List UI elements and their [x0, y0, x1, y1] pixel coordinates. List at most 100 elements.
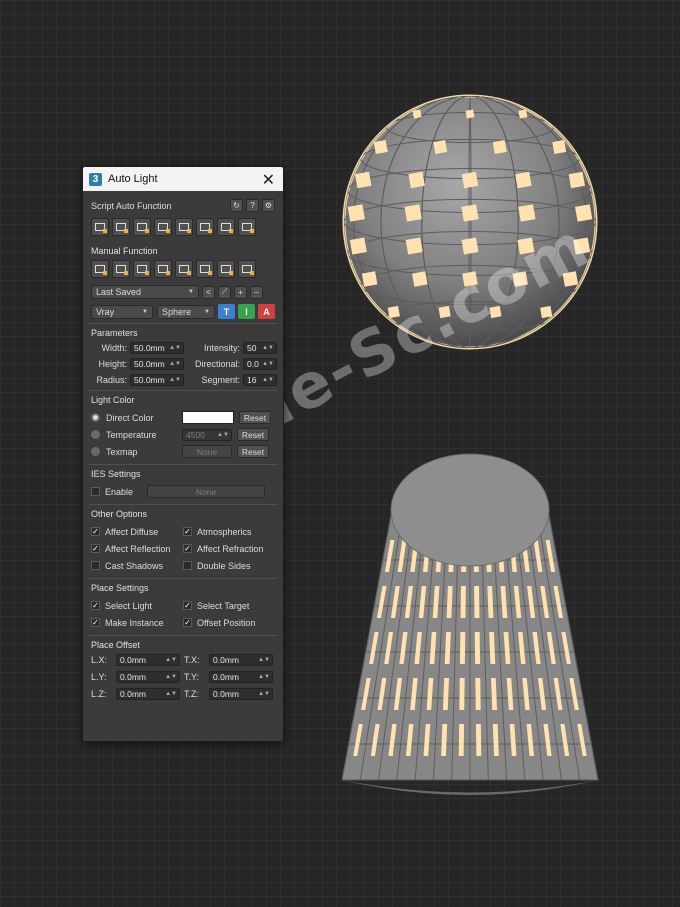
manual-function-button-6[interactable]	[196, 260, 214, 278]
segment-spinner[interactable]: 16 ▲▼	[243, 374, 277, 386]
intensity-value: 50	[247, 343, 257, 353]
select-target-checkbox[interactable]: ✓	[183, 601, 192, 610]
preset-prev-button[interactable]: <	[202, 285, 215, 299]
light-place-icon	[158, 223, 170, 233]
ies-file-button[interactable]: None	[147, 485, 265, 498]
cast-shadows-checkbox[interactable]	[91, 561, 100, 570]
segment-label: Segment:	[201, 375, 240, 385]
intensity-spinner[interactable]: 50 ▲▼	[243, 342, 277, 354]
auto-function-button-8[interactable]	[238, 218, 256, 236]
ies-enable-label: Enable	[105, 486, 134, 497]
light-color-title: Light Color	[91, 395, 135, 405]
tx-value: 0.0mm	[213, 655, 239, 665]
ty-spinner[interactable]: 0.0mm ▲▼	[209, 671, 273, 683]
preset-dropdown[interactable]: Last Saved ▼	[91, 285, 199, 299]
atmospherics-checkbox[interactable]: ✓	[183, 527, 192, 536]
spinner-arrows-icon: ▲▼	[258, 691, 270, 697]
select-target-label: Select Target	[197, 600, 250, 611]
make-instance-label: Make Instance	[105, 617, 164, 628]
select-light-checkbox[interactable]: ✓	[91, 601, 100, 610]
atmospherics-label: Atmospherics	[197, 526, 252, 537]
spinner-arrows-icon: ▲▼	[217, 431, 229, 438]
temperature-spinner[interactable]: 4500 ▲▼	[182, 428, 232, 441]
window-title: Auto Light	[108, 173, 158, 185]
manual-function-title: Manual Function	[91, 246, 158, 256]
settings-button[interactable]: ⚙	[262, 199, 275, 212]
affect-refraction-checkbox[interactable]: ✓	[183, 544, 192, 553]
affect-diffuse-label: Affect Diffuse	[105, 526, 159, 537]
manual-function-button-2[interactable]	[112, 260, 130, 278]
manual-function-button-5[interactable]	[175, 260, 193, 278]
ies-enable-checkbox[interactable]	[91, 487, 100, 496]
close-icon[interactable]: ✕	[262, 170, 275, 190]
tz-value: 0.0mm	[213, 689, 239, 699]
title-bar[interactable]: 3 Auto Light ✕	[83, 167, 283, 191]
spinner-arrows-icon: ▲▼	[262, 377, 274, 383]
shape-dropdown[interactable]: Sphere ▼	[157, 304, 215, 319]
all-color-button[interactable]: A	[258, 304, 275, 319]
spinner-arrows-icon: ▲▼	[169, 377, 181, 383]
preset-add-button[interactable]: +	[234, 285, 247, 299]
width-spinner[interactable]: 50.0mm ▲▼	[130, 342, 184, 354]
spinner-arrows-icon: ▲▼	[258, 657, 270, 663]
width-label: Width:	[101, 343, 127, 353]
auto-function-button-3[interactable]	[133, 218, 151, 236]
texmap-label: Texmap	[106, 446, 138, 457]
direct-color-radio[interactable]	[91, 413, 100, 422]
auto-function-button-2[interactable]	[112, 218, 130, 236]
lx-spinner[interactable]: 0.0mm ▲▼	[116, 654, 180, 666]
temperature-radio[interactable]	[91, 430, 100, 439]
ly-value: 0.0mm	[120, 672, 146, 682]
offset-position-checkbox[interactable]: ✓	[183, 618, 192, 627]
spinner-arrows-icon: ▲▼	[165, 657, 177, 663]
auto-function-button-7[interactable]	[217, 218, 235, 236]
tz-spinner[interactable]: 0.0mm ▲▼	[209, 688, 273, 700]
affect-diffuse-checkbox[interactable]: ✓	[91, 527, 100, 536]
affect-reflection-checkbox[interactable]: ✓	[91, 544, 100, 553]
manual-function-button-3[interactable]	[133, 260, 151, 278]
chevron-down-icon: ▼	[142, 308, 148, 315]
reset-color-button[interactable]: Reset	[239, 411, 271, 424]
manual-function-button-1[interactable]	[91, 260, 109, 278]
directional-value: 0.0	[247, 359, 259, 369]
preset-edit-button[interactable]: ⟋	[218, 285, 231, 299]
height-spinner[interactable]: 50.0mm ▲▼	[130, 358, 184, 370]
double-sides-label: Double Sides	[197, 560, 251, 571]
lz-label: L.Z:	[91, 689, 107, 699]
tz-label: T.Z:	[184, 689, 199, 699]
auto-function-button-5[interactable]	[175, 218, 193, 236]
spinner-arrows-icon: ▲▼	[262, 345, 274, 351]
auto-function-button-4[interactable]	[154, 218, 172, 236]
auto-light-panel: 3 Auto Light ✕ Script Auto Function ↻ ? …	[82, 166, 284, 742]
tx-spinner[interactable]: 0.0mm ▲▼	[209, 654, 273, 666]
intensity-label: Intensity:	[203, 343, 240, 353]
auto-function-button-1[interactable]	[91, 218, 109, 236]
lz-spinner[interactable]: 0.0mm ▲▼	[116, 688, 180, 700]
radius-label: Radius:	[96, 375, 127, 385]
make-instance-checkbox[interactable]: ✓	[91, 618, 100, 627]
reset-temperature-button[interactable]: Reset	[237, 428, 269, 441]
refresh-button[interactable]: ↻	[230, 199, 243, 212]
radius-spinner[interactable]: 50.0mm ▲▼	[130, 374, 184, 386]
renderer-dropdown[interactable]: Vray ▼	[91, 304, 153, 319]
instance-color-button[interactable]: I	[238, 304, 255, 319]
target-color-button[interactable]: T	[218, 304, 235, 319]
light-place-icon	[137, 223, 149, 233]
directional-spinner[interactable]: 0.0 ▲▼	[243, 358, 277, 370]
auto-function-button-6[interactable]	[196, 218, 214, 236]
spinner-arrows-icon: ▲▼	[165, 674, 177, 680]
preset-remove-button[interactable]: −	[250, 285, 263, 299]
manual-function-button-8[interactable]	[238, 260, 256, 278]
texmap-button[interactable]: None	[182, 445, 232, 458]
ly-spinner[interactable]: 0.0mm ▲▼	[116, 671, 180, 683]
texmap-radio[interactable]	[91, 447, 100, 456]
chevron-down-icon: ▼	[204, 308, 210, 315]
double-sides-checkbox[interactable]	[183, 561, 192, 570]
help-button[interactable]: ?	[246, 199, 259, 212]
reset-texmap-button[interactable]: Reset	[237, 445, 269, 458]
tx-label: T.X:	[184, 655, 200, 665]
manual-function-button-7[interactable]	[217, 260, 235, 278]
grid-icon	[179, 223, 191, 233]
manual-function-button-4[interactable]	[154, 260, 172, 278]
color-swatch[interactable]	[182, 411, 234, 424]
